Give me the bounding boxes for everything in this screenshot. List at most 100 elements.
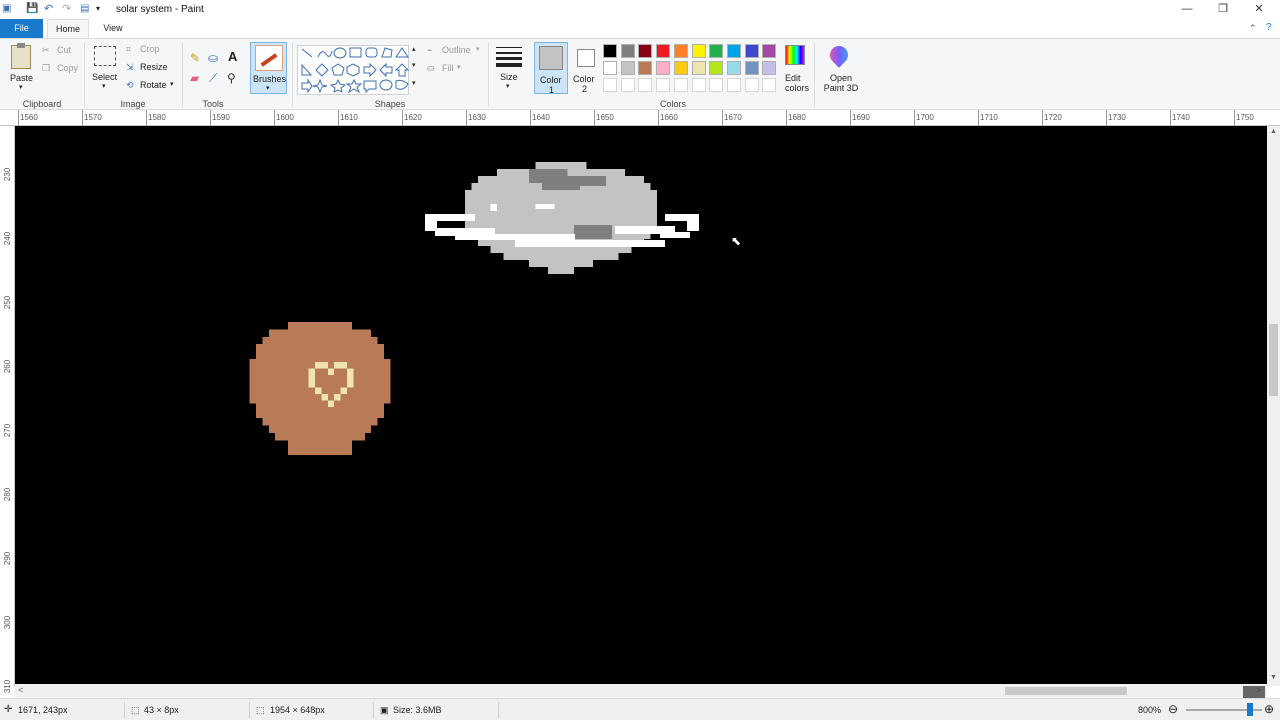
horizontal-scroll-thumb[interactable] bbox=[1005, 687, 1127, 695]
collapse-ribbon-icon[interactable]: ⌃ bbox=[1249, 23, 1257, 34]
copy-icon: ❐ bbox=[42, 63, 51, 73]
palette-swatch[interactable] bbox=[726, 61, 741, 75]
palette-swatch[interactable] bbox=[762, 61, 777, 75]
palette-swatch[interactable] bbox=[726, 44, 741, 58]
brown-planet bbox=[256, 344, 384, 352]
custom-color-slot[interactable] bbox=[638, 78, 653, 92]
selection-size: 43 × 8px bbox=[144, 705, 179, 715]
ruler-tick-label: 270 bbox=[3, 423, 13, 438]
open-paint3d-button[interactable]: Open Paint 3D bbox=[820, 42, 860, 97]
brushes-button[interactable]: Brushes ▾ bbox=[250, 42, 287, 94]
undo-icon[interactable]: ↶ bbox=[44, 2, 53, 15]
color1-button[interactable]: Color 1 bbox=[534, 42, 568, 95]
palette-swatch[interactable] bbox=[744, 61, 759, 75]
saturn-highlight bbox=[490, 204, 497, 211]
color1-number: 1 bbox=[549, 85, 555, 95]
ruler-tick bbox=[594, 110, 595, 126]
fill-label: Fill bbox=[442, 63, 454, 73]
palette-swatch[interactable] bbox=[709, 61, 724, 75]
horizontal-scrollbar[interactable]: < > bbox=[15, 684, 1267, 698]
zoom-in-icon[interactable]: ⊕ bbox=[1264, 702, 1274, 716]
ruler-tick-label: 1700 bbox=[916, 113, 934, 122]
shapes-gallery[interactable] bbox=[297, 45, 410, 95]
size-button[interactable]: Size ▾ bbox=[494, 45, 524, 93]
paste-label: Paste bbox=[10, 73, 34, 83]
scroll-up-icon[interactable]: ▲ bbox=[1270, 128, 1277, 135]
scroll-down-icon[interactable]: ▼ bbox=[1270, 674, 1277, 681]
palette-swatch[interactable] bbox=[638, 44, 653, 58]
tab-home[interactable]: Home bbox=[47, 19, 89, 38]
minimize-button[interactable]: — bbox=[1169, 0, 1205, 19]
ruler-tick-label: 280 bbox=[3, 487, 13, 502]
help-icon[interactable]: ? bbox=[1266, 22, 1272, 33]
outline-dropdown-icon: ▾ bbox=[476, 46, 480, 53]
custom-color-slot[interactable] bbox=[656, 78, 671, 92]
shapes-scroll-down-icon[interactable]: ▾ bbox=[412, 61, 416, 69]
redo-icon[interactable]: ↷ bbox=[62, 2, 71, 15]
palette-swatch[interactable] bbox=[603, 44, 617, 58]
color-picker-icon[interactable]: ⟋ bbox=[209, 71, 217, 86]
shapes-scroll-up-icon[interactable]: ▴ bbox=[412, 45, 416, 53]
palette-swatch[interactable] bbox=[638, 61, 653, 75]
zoom-slider-thumb[interactable] bbox=[1247, 703, 1253, 716]
palette-swatch[interactable] bbox=[656, 44, 671, 58]
palette-swatch[interactable] bbox=[709, 44, 724, 58]
palette-swatch[interactable] bbox=[691, 44, 706, 58]
custom-color-slot[interactable] bbox=[744, 78, 759, 92]
ruler-tick-label: 1590 bbox=[212, 113, 230, 122]
magnifier-icon[interactable]: ⚲ bbox=[227, 71, 236, 85]
custom-color-slot[interactable] bbox=[726, 78, 741, 92]
palette-swatch[interactable] bbox=[691, 61, 706, 75]
drawing-canvas[interactable]: ⬉ bbox=[15, 126, 1267, 684]
text-tool-icon[interactable]: A bbox=[228, 49, 237, 64]
select-button[interactable]: Select ▾ bbox=[91, 45, 121, 93]
saturn-body bbox=[465, 211, 657, 218]
restore-button[interactable]: ❐ bbox=[1205, 0, 1241, 19]
custom-color-slot[interactable] bbox=[762, 78, 777, 92]
palette-swatch[interactable] bbox=[673, 44, 688, 58]
clipboard-group-label: Clipboard bbox=[22, 99, 62, 109]
tab-file[interactable]: File bbox=[0, 19, 43, 38]
ruler-tick bbox=[1234, 110, 1235, 126]
custom-color-slot[interactable] bbox=[709, 78, 724, 92]
color2-button[interactable]: Color 2 bbox=[572, 42, 600, 94]
clipboard-clip bbox=[17, 43, 25, 48]
palette-swatch[interactable] bbox=[620, 61, 635, 75]
ruler-tick bbox=[914, 110, 915, 126]
rotate-dropdown-icon: ▾ bbox=[170, 81, 174, 88]
pencil-icon[interactable]: ✎ bbox=[190, 51, 200, 65]
paint-app-icon[interactable]: ▣ bbox=[2, 3, 11, 14]
fill-bucket-icon[interactable]: ⛀ bbox=[208, 51, 218, 65]
ruler-tick bbox=[82, 110, 83, 126]
vertical-scrollbar[interactable]: ▲ ▼ bbox=[1267, 126, 1280, 686]
custom-color-slot[interactable] bbox=[673, 78, 688, 92]
palette-swatch[interactable] bbox=[673, 61, 688, 75]
save-icon[interactable]: 💾 bbox=[26, 3, 38, 14]
resize-label: Resize bbox=[140, 62, 168, 72]
shapes-more-icon[interactable]: ▾ bbox=[412, 79, 416, 87]
selection-rect-icon bbox=[94, 46, 116, 66]
customize-icon[interactable]: ▤ bbox=[80, 3, 89, 14]
shapes-icons bbox=[301, 47, 410, 94]
paint3d-icon bbox=[826, 42, 852, 68]
custom-color-slot[interactable] bbox=[691, 78, 706, 92]
eraser-icon[interactable]: ▰ bbox=[190, 71, 199, 85]
palette-swatch[interactable] bbox=[744, 44, 759, 58]
palette-swatch[interactable] bbox=[620, 44, 635, 58]
edit-colors-button[interactable]: Edit colors bbox=[780, 43, 810, 97]
paste-button[interactable]: Paste ▾ bbox=[8, 43, 36, 91]
quick-access-dropdown-icon[interactable]: ▾ bbox=[96, 4, 100, 13]
scroll-left-icon[interactable]: < bbox=[18, 685, 23, 695]
palette-swatch[interactable] bbox=[762, 44, 777, 58]
palette-swatch[interactable] bbox=[603, 61, 617, 75]
heart-pixel bbox=[334, 362, 341, 369]
zoom-out-icon[interactable]: ⊖ bbox=[1168, 702, 1178, 716]
palette-swatch[interactable] bbox=[656, 61, 671, 75]
close-button[interactable]: ✕ bbox=[1241, 0, 1277, 19]
custom-color-slot[interactable] bbox=[603, 78, 617, 92]
tab-view[interactable]: View bbox=[94, 19, 132, 38]
custom-color-slot[interactable] bbox=[620, 78, 635, 92]
vertical-scroll-thumb[interactable] bbox=[1269, 324, 1278, 396]
ruler-tick bbox=[1042, 110, 1043, 126]
saturn-body bbox=[529, 260, 593, 267]
